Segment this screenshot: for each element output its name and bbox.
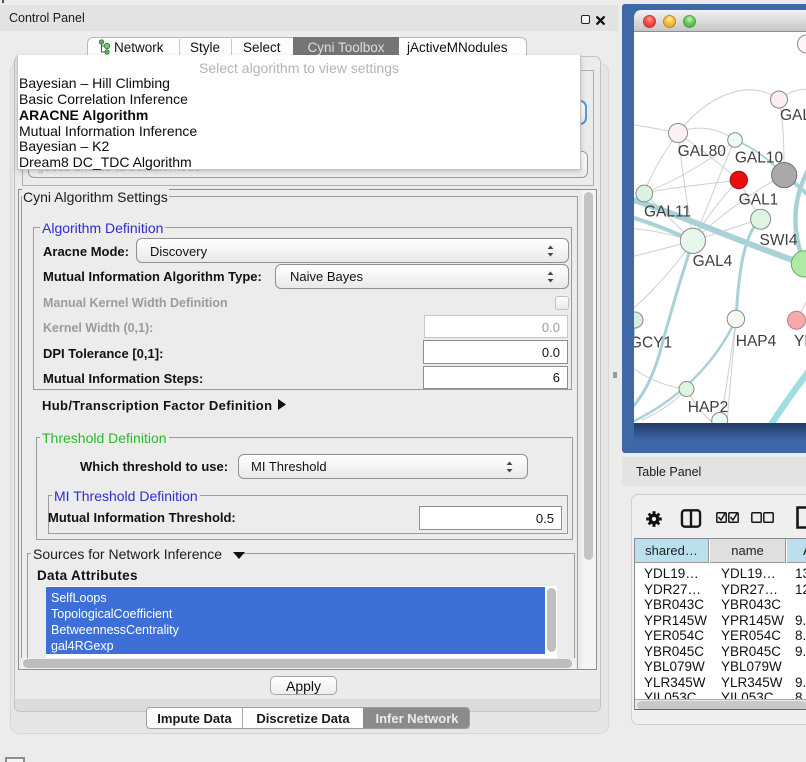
svg-text:GAL1: GAL1 — [739, 192, 779, 209]
svg-text:GAL10: GAL10 — [735, 150, 784, 167]
svg-text:GCY1: GCY1 — [634, 335, 672, 352]
svg-text:HAP2: HAP2 — [688, 399, 729, 416]
svg-text:GAL80: GAL80 — [678, 143, 727, 160]
svg-text:GAL4: GAL4 — [693, 253, 733, 270]
svg-text:GAL11: GAL11 — [644, 203, 691, 220]
svg-text:HAP4: HAP4 — [736, 333, 777, 350]
svg-text:YE: YE — [794, 333, 806, 350]
svg-text:GAL7: GAL7 — [780, 107, 806, 124]
svg-text:SWI4: SWI4 — [760, 232, 798, 249]
